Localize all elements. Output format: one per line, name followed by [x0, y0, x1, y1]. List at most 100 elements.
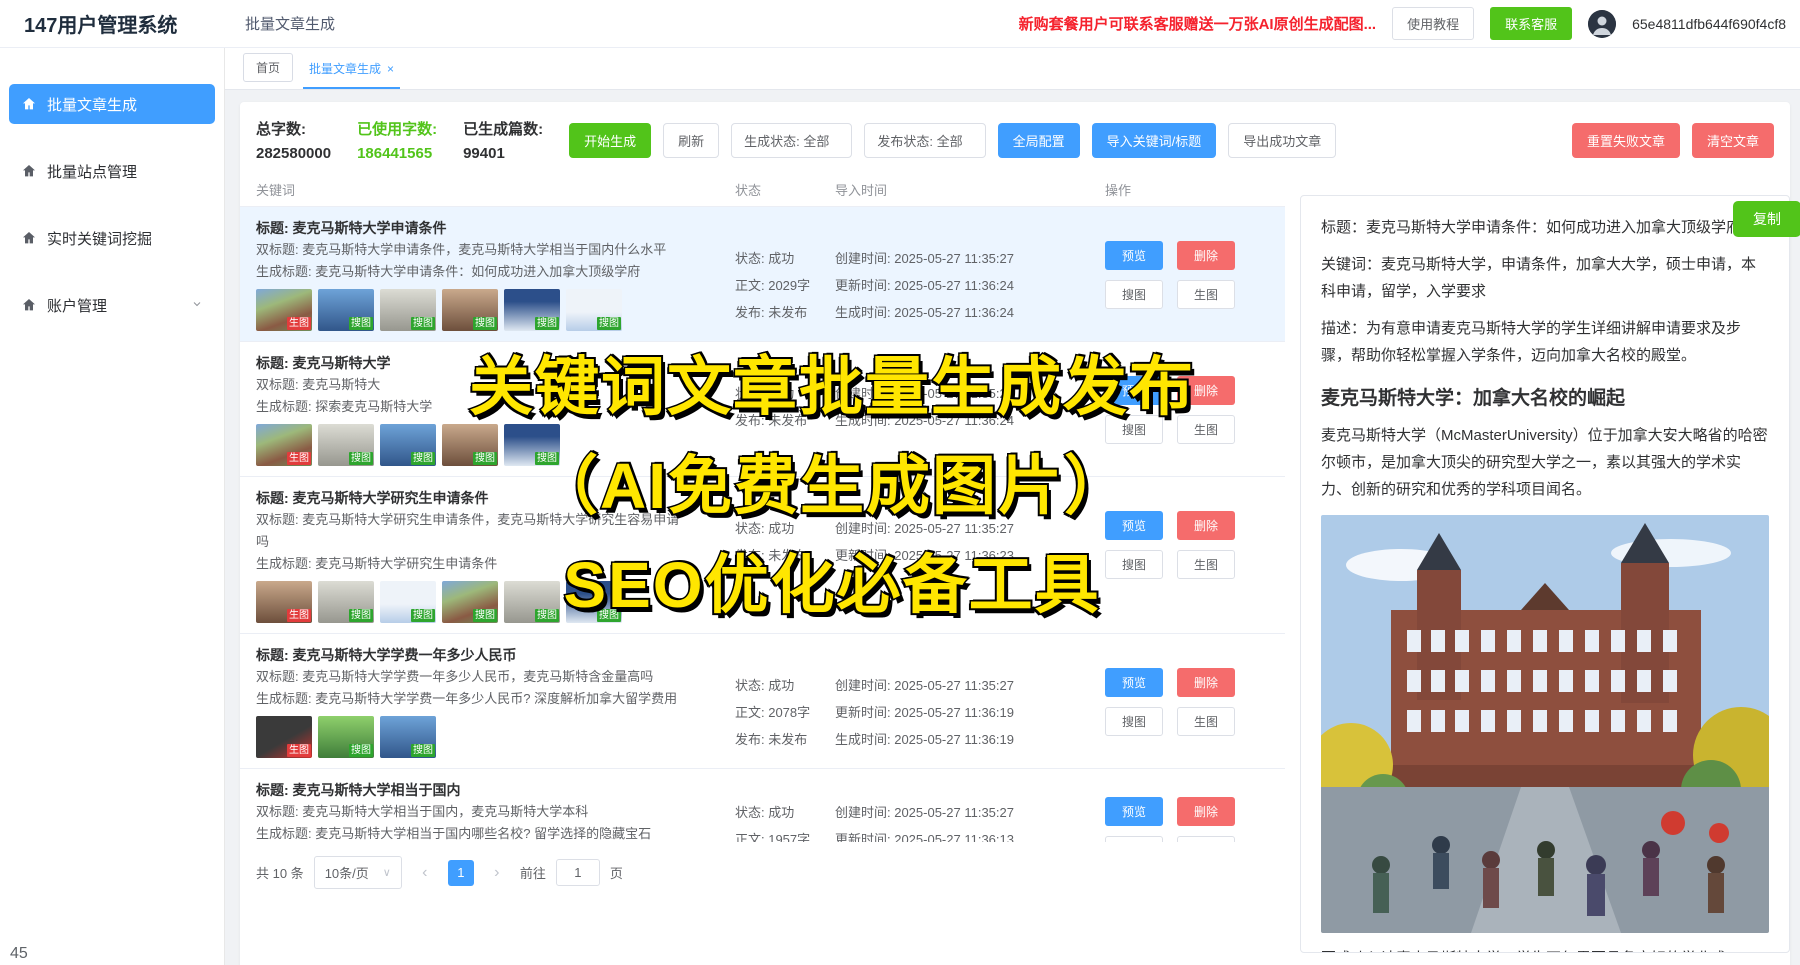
- table-header: 关键词 状态 导入时间 操作: [240, 172, 1285, 206]
- preview-button[interactable]: 预览: [1105, 668, 1163, 697]
- gen-image-badge: 生图: [287, 317, 311, 330]
- import-keywords-button[interactable]: 导入关键词/标题: [1092, 123, 1217, 158]
- close-icon[interactable]: ×: [387, 62, 394, 76]
- article-thumbnail[interactable]: 搜图: [380, 581, 436, 623]
- search-image-badge: 搜图: [349, 744, 373, 757]
- preview-button[interactable]: 预览: [1105, 511, 1163, 540]
- article-thumbnail[interactable]: 搜图: [504, 581, 560, 623]
- preview-button[interactable]: 预览: [1105, 241, 1163, 270]
- article-thumbnail[interactable]: 搜图: [442, 289, 498, 331]
- delete-button[interactable]: 删除: [1177, 511, 1235, 540]
- export-success-button[interactable]: 导出成功文章: [1228, 123, 1336, 158]
- search-image-badge: 搜图: [535, 609, 559, 622]
- article-thumbnail[interactable]: 搜图: [380, 289, 436, 331]
- generate-image-button[interactable]: 生图: [1177, 550, 1235, 579]
- article-thumbnail[interactable]: 搜图: [566, 581, 622, 623]
- article-thumbnail[interactable]: 搜图: [318, 289, 374, 331]
- goto-page-input[interactable]: [556, 859, 600, 886]
- delete-button[interactable]: 删除: [1177, 797, 1235, 826]
- search-image-button[interactable]: 搜图: [1105, 280, 1163, 309]
- delete-button[interactable]: 删除: [1177, 376, 1235, 405]
- start-generate-button[interactable]: 开始生成: [569, 123, 651, 158]
- article-thumbnail[interactable]: 搜图: [318, 581, 374, 623]
- row-updated-time: 更新时间: 2025-05-27 11:36:13: [835, 826, 1105, 842]
- clear-articles-button[interactable]: 清空文章: [1692, 123, 1774, 158]
- preview-button[interactable]: 预览: [1105, 797, 1163, 826]
- tab-batch-article[interactable]: 批量文章生成 ×: [303, 55, 400, 89]
- article-thumbnail[interactable]: 搜图: [566, 289, 622, 331]
- row-publish-status: 发布: 未发布: [735, 299, 835, 326]
- reset-failed-button[interactable]: 重置失败文章: [1572, 123, 1680, 158]
- stat-label: 已生成篇数:: [463, 118, 543, 139]
- row-wordcount: 正文: 2078字: [735, 699, 835, 726]
- copy-button[interactable]: 复制: [1733, 201, 1800, 237]
- search-image-button[interactable]: 搜图: [1105, 707, 1163, 736]
- top-header: 147用户管理系统 批量文章生成 新购套餐用户可联系客服赠送一万张AI原创生成配…: [0, 0, 1800, 48]
- generate-image-button[interactable]: 生图: [1177, 280, 1235, 309]
- page-size-value: 10条/页: [325, 863, 369, 882]
- user-avatar[interactable]: [1588, 10, 1616, 38]
- sidebar-item-keyword-mining[interactable]: 实时关键词挖掘: [9, 218, 215, 258]
- article-thumbnail[interactable]: 搜图: [318, 716, 374, 758]
- breadcrumb: 批量文章生成: [225, 13, 335, 34]
- stat-used-words: 已使用字数: 186441565: [357, 118, 437, 162]
- table-row[interactable]: 标题: 麦克马斯特大学学费一年多少人民币 双标题: 麦克马斯特大学学费一年多少人…: [240, 633, 1285, 768]
- delete-button[interactable]: 删除: [1177, 241, 1235, 270]
- delete-button[interactable]: 删除: [1177, 668, 1235, 697]
- search-image-badge: 搜图: [473, 317, 497, 330]
- sidebar-item-batch-article[interactable]: 批量文章生成: [9, 84, 215, 124]
- row-publish-status: 发布: 未发布: [735, 542, 835, 569]
- generate-image-button[interactable]: 生图: [1177, 415, 1235, 444]
- article-generated-title: 生成标题: 麦克马斯特大学研究生申请条件: [256, 553, 692, 575]
- search-image-button[interactable]: 搜图: [1105, 415, 1163, 444]
- article-thumbnail[interactable]: 搜图: [318, 424, 374, 466]
- article-thumbnail[interactable]: 生图: [256, 716, 312, 758]
- table-row[interactable]: 标题: 麦克马斯特大学研究生申请条件 双标题: 麦克马斯特大学研究生申请条件，麦…: [240, 476, 1285, 633]
- article-thumbnail[interactable]: 生图: [256, 424, 312, 466]
- row-created-time: 创建时间: 2025-05-27 11:35:27: [835, 245, 1105, 272]
- refresh-button[interactable]: 刷新: [663, 123, 719, 158]
- campus-photo: [1321, 515, 1769, 933]
- preview-button[interactable]: 预览: [1105, 376, 1163, 405]
- article-thumbnail[interactable]: 搜图: [442, 581, 498, 623]
- contact-support-button[interactable]: 联系客服: [1490, 7, 1572, 40]
- article-thumbnail[interactable]: 搜图: [380, 716, 436, 758]
- next-page-button[interactable]: ›: [484, 860, 510, 886]
- search-image-button[interactable]: 搜图: [1105, 836, 1163, 842]
- article-thumbnail[interactable]: 生图: [256, 289, 312, 331]
- sidebar-item-label: 实时关键词挖掘: [47, 228, 152, 249]
- row-updated-time: 更新时间: 2025-05-27 11:36:23: [835, 542, 1105, 569]
- gen-image-badge: 生图: [287, 744, 311, 757]
- search-image-button[interactable]: 搜图: [1105, 550, 1163, 579]
- article-thumbnail[interactable]: 搜图: [504, 289, 560, 331]
- chevron-down-icon: [191, 297, 203, 314]
- generate-image-button[interactable]: 生图: [1177, 836, 1235, 842]
- prev-page-button[interactable]: ‹: [412, 860, 438, 886]
- article-title: 标题: 麦克马斯特大学相当于国内: [256, 779, 725, 801]
- sidebar-item-batch-site[interactable]: 批量站点管理: [9, 151, 215, 191]
- page-size-select[interactable]: 10条/页 ∨: [314, 856, 402, 889]
- column-header-keyword: 关键词: [256, 180, 735, 199]
- table-row[interactable]: 标题: 麦克马斯特大学 双标题: 麦克马斯特大 生成标题: 探索麦克马斯特大学 …: [240, 341, 1285, 476]
- generate-image-button[interactable]: 生图: [1177, 707, 1235, 736]
- current-page-button[interactable]: 1: [448, 860, 474, 886]
- stat-label: 已使用字数:: [357, 118, 437, 139]
- column-header-status: 状态: [735, 180, 835, 199]
- promo-notice: 新购套餐用户可联系客服赠送一万张AI原创生成配图...: [1019, 13, 1377, 34]
- article-thumbnail[interactable]: 搜图: [504, 424, 560, 466]
- article-thumbnail[interactable]: 搜图: [442, 424, 498, 466]
- publish-status-select[interactable]: 发布状态: 全部: [864, 123, 985, 158]
- tutorial-button[interactable]: 使用教程: [1392, 7, 1474, 40]
- preview-partial-line: 要成功入读麦克马斯特大学，学生不仅需要具备良好的学业成: [1321, 945, 1769, 952]
- sidebar-item-account[interactable]: 账户管理: [9, 285, 215, 325]
- generate-status-select[interactable]: 生成状态: 全部: [731, 123, 852, 158]
- tab-home[interactable]: 首页: [243, 53, 293, 82]
- article-thumbnail[interactable]: 搜图: [380, 424, 436, 466]
- article-thumbnail[interactable]: 生图: [256, 581, 312, 623]
- search-image-badge: 搜图: [411, 452, 435, 465]
- table-row[interactable]: 标题: 麦克马斯特大学相当于国内 双标题: 麦克马斯特大学相当于国内，麦克马斯特…: [240, 768, 1285, 842]
- table-row[interactable]: 标题: 麦克马斯特大学申请条件 双标题: 麦克马斯特大学申请条件，麦克马斯特大学…: [240, 206, 1285, 341]
- user-id[interactable]: 65e4811dfb644f690f4cf8: [1632, 16, 1786, 32]
- global-config-button[interactable]: 全局配置: [998, 123, 1080, 158]
- article-generated-title: 生成标题: 麦克马斯特大学申请条件：如何成功进入加拿大顶级学府: [256, 261, 692, 283]
